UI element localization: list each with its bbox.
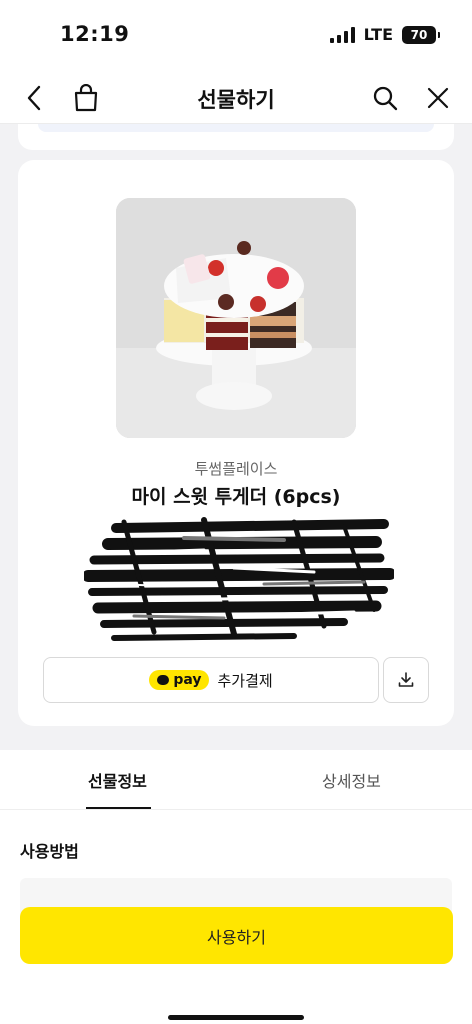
pay-badge: pay	[149, 670, 210, 690]
signal-icon	[329, 26, 355, 43]
home-indicator	[168, 1015, 304, 1020]
product-card: 투썸플레이스 마이 스윗 투게더 (6pcs) pay 추가결제	[18, 160, 454, 726]
app-header: 선물하기	[0, 72, 472, 124]
tab-detail-info[interactable]: 상세정보	[322, 768, 381, 792]
tab-gift-info[interactable]: 선물정보	[88, 768, 147, 792]
close-icon	[427, 87, 449, 109]
status-time: 12:19	[60, 22, 130, 46]
battery-icon: 70	[402, 25, 440, 44]
previous-card-inner	[38, 124, 434, 132]
redacted-barcode	[84, 517, 394, 641]
product-name: 마이 스윗 투게더 (6pcs)	[131, 486, 341, 508]
network-label: LTE	[363, 25, 393, 44]
close-button[interactable]	[422, 82, 454, 114]
info-section: 선물정보 상세정보 사용방법 사용하기	[0, 750, 472, 1024]
download-button[interactable]	[383, 657, 429, 703]
status-indicators: LTE 70	[329, 25, 440, 44]
status-bar: 12:19 LTE 70	[0, 0, 472, 72]
download-icon	[398, 672, 414, 687]
use-button[interactable]: 사용하기	[20, 907, 453, 964]
tab-divider	[0, 809, 472, 810]
search-button[interactable]	[369, 82, 401, 114]
brand-name: 투썸플레이스	[194, 460, 278, 478]
usage-title: 사용방법	[20, 842, 79, 861]
previous-card	[18, 124, 454, 150]
product-image	[116, 198, 356, 438]
page-title: 선물하기	[197, 88, 275, 112]
kakaopay-button[interactable]: pay 추가결제	[43, 657, 379, 703]
pay-label: 추가결제	[217, 671, 273, 690]
chat-bubble-icon	[157, 675, 170, 685]
search-icon	[373, 86, 398, 111]
cake-photo	[116, 198, 356, 438]
battery-level: 70	[410, 27, 428, 42]
pay-badge-label: pay	[173, 672, 202, 688]
